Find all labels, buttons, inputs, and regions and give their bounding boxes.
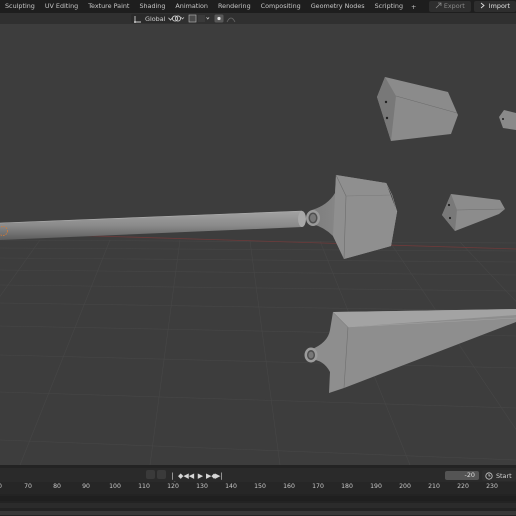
prev-keyframe-icon[interactable]: ◆◀ [178,472,189,480]
ruler-tick: 80 [53,483,61,490]
spear-spike-mesh[interactable] [304,309,516,393]
export-icon [435,2,442,9]
spearhead-socket-mesh[interactable] [306,174,398,260]
tab-rendering[interactable]: Rendering [213,0,256,13]
export-button[interactable]: Export [428,1,471,12]
ruler-tick: 130 [196,483,208,490]
ruler-tick: 230 [486,483,498,490]
next-keyframe-icon[interactable]: ▶◆ [206,472,217,480]
ruler-tick: 190 [370,483,382,490]
tab-uv-editing[interactable]: UV Editing [40,0,83,13]
small-spearhead-mesh[interactable] [442,194,506,231]
3d-viewport[interactable] [0,24,516,465]
tab-geometry-nodes[interactable]: Geometry Nodes [306,0,370,13]
small-piece-mesh[interactable] [499,110,516,130]
pivot-icon[interactable] [171,14,185,23]
proportional-icon[interactable] [214,14,238,23]
jump-end-icon[interactable]: ▶| [215,472,223,480]
orientation-label: Global [145,14,166,23]
viewport-header: Global [0,13,516,24]
viewport-scene [0,77,516,465]
ruler-tick: 120 [167,483,179,490]
ruler-tick: 200 [399,483,411,490]
snap-icon[interactable] [188,14,210,23]
spear-shaft-mesh[interactable] [0,210,306,240]
timeline-scrollbar[interactable] [0,511,516,515]
ruler-tick: 140 [225,483,237,490]
tab-animation[interactable]: Animation [170,0,213,13]
ruler-tick: 110 [138,483,150,490]
workspace-bar: Sculpting UV Editing Texture Paint Shadi… [0,0,516,13]
ruler-tick: 170 [312,483,324,490]
import-export-group: Export Import [428,0,516,13]
import-button[interactable]: Import [473,1,516,12]
import-icon [480,2,485,9]
timeline-track[interactable] [0,503,516,508]
spearhead-block-mesh[interactable] [377,77,458,141]
orientation-icon [134,15,141,23]
ruler-tick: 220 [457,483,469,490]
start-frame-button[interactable]: Start [482,470,516,481]
timeline-header: |◀ ◆◀ ◀ ▶ ▶◆ ▶| -20 Start [0,468,516,488]
ruler-tick: 210 [428,483,440,490]
ruler-tick: 160 [283,483,295,490]
ruler-tick: 150 [254,483,266,490]
add-workspace-button[interactable]: + [408,3,419,11]
ruler-tick: 70 [24,483,32,490]
tab-compositing[interactable]: Compositing [256,0,306,13]
frame-ruler[interactable]: 0 70 80 90 100 110 120 130 140 150 160 1… [0,482,516,494]
ruler-tick: 90 [82,483,90,490]
tab-sculpting[interactable]: Sculpting [0,0,40,13]
jump-start-icon[interactable]: |◀ [169,472,176,488]
ruler-tick: 100 [109,483,121,490]
auto-key-icon[interactable] [157,470,166,479]
viewport-grid [0,239,516,465]
clock-icon [485,471,493,480]
timeline-track[interactable] [0,496,516,501]
tab-texture-paint[interactable]: Texture Paint [83,0,134,13]
tab-shading[interactable]: Shading [134,0,170,13]
current-frame-field[interactable]: -20 [445,471,479,480]
ruler-tick: 0 [0,483,2,490]
import-label: Import [488,2,510,10]
play-reverse-icon[interactable]: ◀ [188,472,195,480]
transform-orientation-dropdown[interactable]: Global [131,14,177,23]
keyframe-toggle-icon[interactable] [146,470,155,479]
export-label: Export [443,2,465,10]
tab-scripting[interactable]: Scripting [370,0,408,13]
start-label: Start [496,471,512,480]
ruler-tick: 180 [341,483,353,490]
play-icon[interactable]: ▶ [197,472,204,480]
timeline-panel: |◀ ◆◀ ◀ ▶ ▶◆ ▶| -20 Start 0 70 80 90 100… [0,465,516,516]
